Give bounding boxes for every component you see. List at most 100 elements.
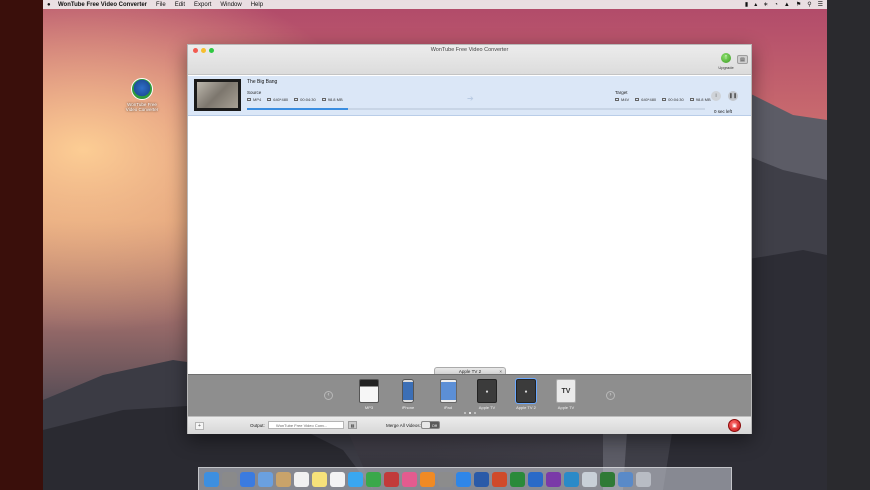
device-apple-tv[interactable]: ● Apple TV [474,379,500,410]
menubar-app-name[interactable]: WonTube Free Video Converter [58,2,147,8]
output-path-field[interactable]: WonTube Free Video Conv... [268,421,344,429]
device-mp3[interactable]: MP3 [356,379,382,410]
conversion-progress-bar [247,108,705,110]
outlook-icon[interactable] [528,471,543,487]
onenote-icon[interactable] [546,471,561,487]
itunes-icon[interactable] [402,471,417,487]
menu-help[interactable]: Help [251,2,263,8]
system-preferences-icon[interactable] [438,471,453,487]
time-machine-icon[interactable]: ◔ [774,2,778,8]
apple-tv-2-icon: ● [515,378,537,404]
mail-icon[interactable] [258,471,273,487]
device-iphone[interactable]: iPhone [395,379,421,410]
notes-icon[interactable] [312,471,327,487]
preview-icon[interactable] [582,471,597,487]
safari-icon[interactable] [240,471,255,487]
dock [198,467,732,490]
battery-icon[interactable]: ▮ [745,1,748,8]
powerpoint-icon[interactable] [492,471,507,487]
convert-icon: ▣ [732,423,737,429]
desktop-app-label: WonTube Free Video Converter [125,102,159,112]
source-resolution: 640*480 [267,97,288,102]
time-left: 0 sec left [714,109,733,114]
add-video-button[interactable]: + [195,422,204,430]
merge-toggle[interactable]: Off [421,421,440,429]
downloads-icon[interactable] [618,471,633,487]
tray-prev-button[interactable]: ‹ [324,391,333,400]
menu-edit[interactable]: Edit [175,2,185,8]
launchpad-icon[interactable] [222,471,237,487]
chevron-right-icon: › [609,392,612,398]
tray-page-dots [464,412,476,414]
finder-icon[interactable] [204,471,219,487]
progress-fill [247,108,348,110]
apple-tv-3-icon: TV [556,379,576,403]
tray-next-button[interactable]: › [606,391,615,400]
device-label: Apple TV 2 [516,405,536,410]
format-icon [615,98,619,101]
device-apple-tv-2[interactable]: ● Apple TV 2 [513,378,539,410]
flag-icon[interactable]: ⚑ [796,1,801,8]
info-icon: i [715,93,717,99]
page-dot[interactable] [474,412,476,414]
toggle-value: Off [431,423,437,428]
app-store-icon[interactable] [456,471,471,487]
info-button[interactable]: i [711,91,721,101]
menu-file[interactable]: File [156,2,166,8]
conversion-task-row[interactable]: The Big Bang Source MP4 640*480 00:04:30… [188,76,751,116]
list-icon[interactable]: ☰ [818,1,823,8]
task-video-name: The Big Bang [247,79,278,85]
facetime-icon[interactable] [366,471,381,487]
device-ipad[interactable]: iPad [435,379,461,410]
wontube-icon[interactable] [600,471,615,487]
pause-icon: ❚❚ [728,93,738,99]
clock-icon [294,98,299,101]
folder-icon: ▤ [350,423,355,428]
messages-icon[interactable] [348,471,363,487]
bluetooth-icon[interactable]: ∗ [763,1,768,8]
browse-output-button[interactable]: ▤ [348,421,357,429]
menu-window[interactable]: Window [220,2,241,8]
open-folder-button[interactable]: ▤ [737,55,748,64]
window-titlebar: WonTube Free Video Converter ↑ Upgrade ▤ [188,45,751,75]
word-icon[interactable] [474,471,489,487]
calendar-icon[interactable] [294,471,309,487]
mp3-player-icon [359,379,379,403]
source-size: 98.8 MB [321,97,343,102]
device-label: Apple TV [557,405,575,410]
ibooks-icon[interactable] [420,471,435,487]
window-title: WonTube Free Video Converter [430,47,509,53]
convert-button[interactable]: ▣ [728,419,741,432]
reminders-icon[interactable] [330,471,345,487]
menubar-status-area: ▮ ▴ ∗ ◔ ▲ ⚑ ⚲ ☰ [745,1,823,9]
source-format: MP4 [247,97,261,102]
photo-booth-icon[interactable] [384,471,399,487]
menubar: ● WonTube Free Video Converter File Edit… [43,0,827,9]
upgrade-button[interactable]: ↑ Upgrade [715,53,737,70]
target-resolution: 640*480 [635,97,656,102]
page-dot-active[interactable] [469,412,471,414]
apple-menu-icon[interactable]: ● [47,2,53,8]
resolution-icon [267,98,272,101]
clock-icon [662,98,667,101]
trash-icon[interactable] [636,471,651,487]
device-profile-tray: ‹ MP3 iPhone iPad ● Apple TV ● Apple TV … [188,374,751,416]
output-label: Output: [250,423,265,428]
excel-icon[interactable] [510,471,525,487]
lync-icon[interactable] [564,471,579,487]
target-label: Target [615,90,628,95]
app-window: WonTube Free Video Converter ↑ Upgrade ▤… [187,44,752,434]
target-meta: M4V 640*480 00:04:30 98.8 MB [615,97,711,102]
pause-button[interactable]: ❚❚ [728,91,738,101]
contacts-icon[interactable] [276,471,291,487]
upgrade-arrow-icon: ↑ [721,53,731,63]
target-duration: 00:04:30 [662,97,684,102]
search-icon[interactable]: ⚲ [807,1,811,8]
source-label: Source [247,90,262,95]
wifi-icon[interactable]: ▲ [784,2,790,8]
volume-icon[interactable]: ▴ [754,1,757,8]
device-apple-tv-3[interactable]: TV Apple TV [553,379,579,410]
page-dot[interactable] [464,412,466,414]
menu-export[interactable]: Export [194,2,211,8]
desktop-app-icon[interactable]: WonTube Free Video Converter [122,78,162,112]
